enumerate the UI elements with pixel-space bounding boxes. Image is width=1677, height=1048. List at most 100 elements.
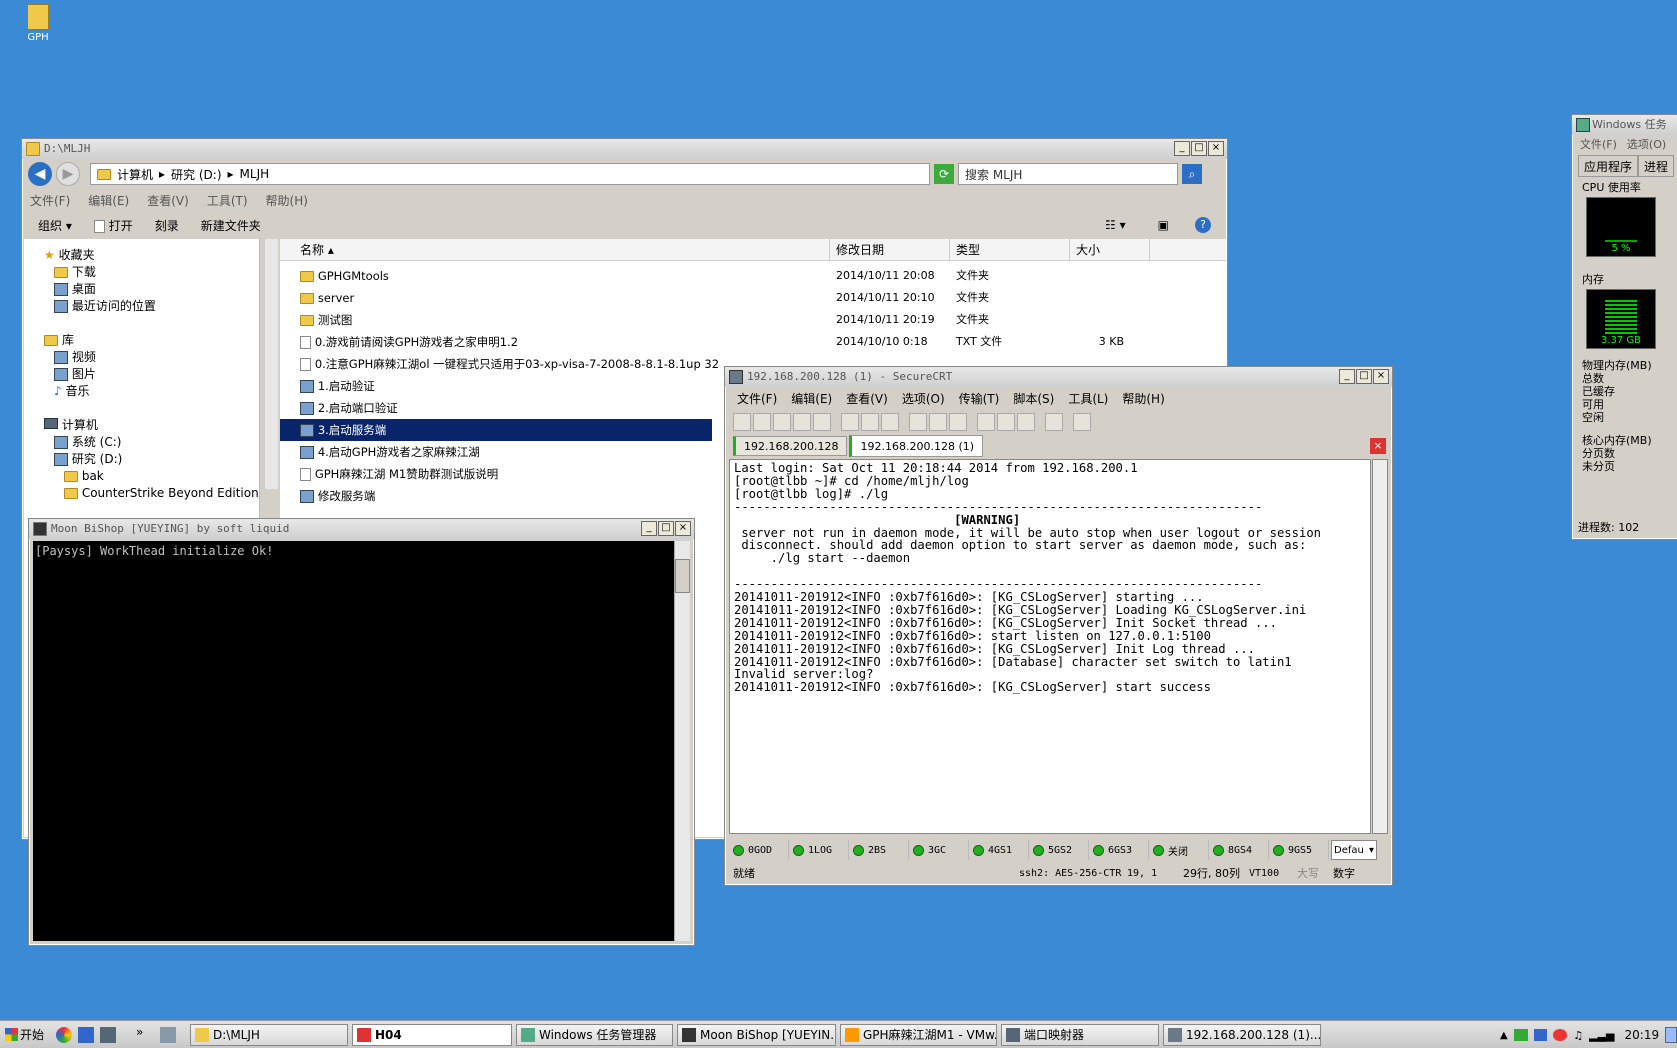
start-button[interactable]: 开始 — [2, 1024, 48, 1046]
button-bar-2[interactable]: 1LOG — [789, 840, 849, 860]
scroll-thumb[interactable] — [675, 559, 690, 593]
organize-button[interactable]: 组织 ▾ — [38, 217, 72, 234]
col-name[interactable]: 名称 ▴ — [280, 239, 830, 260]
taskbar-button-1[interactable]: D:\MLJH — [190, 1024, 348, 1046]
print-selection-icon[interactable] — [949, 413, 967, 431]
back-icon[interactable]: ◀ — [28, 162, 52, 186]
nav-libraries[interactable]: 库 — [44, 332, 259, 349]
tab-session-2[interactable]: 192.168.200.128 (1) — [849, 435, 984, 457]
keymap-icon[interactable] — [1017, 413, 1035, 431]
button-bar-9[interactable]: 8GS4 — [1209, 840, 1269, 860]
menu-file[interactable]: 文件(F) — [30, 192, 70, 209]
breadcrumb-folder[interactable]: MLJH — [240, 167, 270, 181]
taskbar-button-7[interactable]: 192.168.200.128 (1)... — [1163, 1024, 1321, 1046]
nav-scrollbar[interactable] — [264, 239, 278, 489]
taskmgr-titlebar[interactable]: Windows 任务 — [1572, 115, 1677, 135]
terminal-scrollbar[interactable] — [1372, 459, 1388, 834]
help-icon[interactable] — [1045, 413, 1063, 431]
nav-desktop[interactable]: 桌面 — [44, 281, 259, 298]
quicklaunch-tool-icon[interactable] — [160, 1027, 176, 1043]
button-bar-3[interactable]: 2BS — [849, 840, 909, 860]
open-button[interactable]: 打开 — [93, 217, 133, 234]
print-setup-icon[interactable] — [929, 413, 947, 431]
reconnect-icon[interactable] — [793, 413, 811, 431]
minimize-button[interactable]: _ — [1174, 141, 1190, 156]
address-bar[interactable]: 计算机 ▸ 研究 (D:) ▸ MLJH — [90, 163, 930, 185]
help-icon[interactable]: ? — [1195, 217, 1211, 233]
connect-tab-icon[interactable] — [773, 413, 791, 431]
paste-icon[interactable] — [861, 413, 879, 431]
button-bar-1[interactable]: 0GOD — [729, 840, 789, 860]
nav-recent[interactable]: 最近访问的位置 — [44, 298, 259, 315]
col-size[interactable]: 大小 — [1070, 239, 1150, 260]
close-tab-icon[interactable]: × — [1370, 438, 1386, 454]
explorer-titlebar[interactable]: D:\MLJH _ □ × — [22, 139, 1227, 159]
taskbar-button-4[interactable]: Moon BiShop [YUEYIN... — [677, 1024, 836, 1046]
close-button[interactable]: × — [1208, 141, 1224, 156]
nav-music[interactable]: ♪ 音乐 — [44, 383, 259, 400]
quicklaunch-desktop-icon[interactable] — [78, 1027, 94, 1043]
button-bar-select[interactable]: Defau ▾ — [1331, 840, 1377, 860]
button-bar-6[interactable]: 5GS2 — [1029, 840, 1089, 860]
tab-session-1[interactable]: 192.168.200.128 — [733, 436, 848, 456]
file-row[interactable]: server 2014/10/11 20:10 文件夹 — [280, 287, 1226, 309]
tray-app-icon[interactable] — [1533, 1029, 1548, 1041]
button-bar-8[interactable]: 关闭 — [1149, 840, 1209, 860]
file-row[interactable]: GPHGMtools 2014/10/11 20:08 文件夹 — [280, 265, 1226, 287]
button-bar-4[interactable]: 3GC — [909, 840, 969, 860]
nav-downloads[interactable]: 下载 — [44, 264, 259, 281]
preview-pane-icon[interactable]: ▣ — [1158, 218, 1169, 232]
tray-signal-icon[interactable]: ▂▃▅ — [1589, 1029, 1614, 1042]
clock[interactable]: 20:19 — [1625, 1028, 1660, 1042]
breadcrumb-computer[interactable]: 计算机 — [117, 166, 153, 183]
nav-bak[interactable]: bak — [44, 468, 259, 485]
menu-transfer[interactable]: 传输(T) — [959, 390, 1000, 407]
nav-videos[interactable]: 视频 — [44, 349, 259, 366]
file-row[interactable]: 3.启动服务端 — [280, 419, 712, 441]
console-titlebar[interactable]: Moon BiShop [YUEYING] by soft liquid _ □… — [29, 519, 694, 539]
securecrt-titlebar[interactable]: 192.168.200.128 (1) - SecureCRT _ □ × — [725, 367, 1392, 387]
taskbar-button-2[interactable]: H04 — [352, 1024, 512, 1046]
view-icon[interactable]: ☷ ▾ — [1105, 218, 1126, 232]
copy-icon[interactable] — [841, 413, 859, 431]
show-desktop-button[interactable] — [1665, 1027, 1677, 1043]
quicklaunch-computer-icon[interactable] — [100, 1027, 116, 1043]
menu-help[interactable]: 帮助(H) — [1122, 390, 1164, 407]
desktop-icon-gph[interactable]: GPH — [18, 4, 58, 54]
file-row[interactable]: 测试图 2014/10/11 20:19 文件夹 — [280, 309, 1226, 331]
nav-computer[interactable]: 计算机 — [44, 417, 259, 434]
menu-file[interactable]: 文件(F) — [737, 390, 777, 407]
forward-icon[interactable]: ▶ — [56, 162, 80, 186]
quicklaunch-browser-icon[interactable] — [56, 1027, 72, 1043]
menu-options[interactable]: 选项(O) — [1627, 135, 1666, 155]
taskbar-button-3[interactable]: Windows 任务管理器 — [516, 1024, 673, 1046]
menu-view[interactable]: 查看(V) — [147, 192, 189, 209]
minimize-button[interactable]: _ — [1339, 369, 1355, 384]
file-row[interactable]: 0.游戏前请阅读GPH游戏者之家申明1.2 2014/10/10 0:18 TXT … — [280, 331, 1226, 353]
menu-tools[interactable]: 工具(L) — [1068, 390, 1108, 407]
print-icon[interactable] — [909, 413, 927, 431]
button-bar-5[interactable]: 4GS1 — [969, 840, 1029, 860]
tray-qq-icon[interactable] — [1553, 1029, 1568, 1041]
maximize-button[interactable]: □ — [1356, 369, 1372, 384]
nav-pictures[interactable]: 图片 — [44, 366, 259, 383]
menu-help[interactable]: 帮助(H) — [266, 192, 308, 209]
console-output[interactable]: [Paysys] WorkThead initialize Ok! — [33, 541, 675, 941]
quicklaunch-more-icon[interactable]: » — [136, 1025, 143, 1039]
tray-network-icon[interactable] — [1513, 1029, 1528, 1041]
taskbar-button-5[interactable]: GPH麻辣江湖M1 - VMw... — [840, 1024, 997, 1046]
menu-file[interactable]: 文件(F) — [1580, 135, 1617, 155]
button-bar-10[interactable]: 9GS5 — [1269, 840, 1329, 860]
maximize-button[interactable]: □ — [658, 521, 674, 536]
connect-icon[interactable] — [733, 413, 751, 431]
menu-edit[interactable]: 编辑(E) — [88, 192, 129, 209]
menu-script[interactable]: 脚本(S) — [1013, 390, 1054, 407]
global-options-icon[interactable] — [997, 413, 1015, 431]
col-date[interactable]: 修改日期 — [830, 239, 950, 260]
tab-applications[interactable]: 应用程序 — [1578, 155, 1639, 177]
taskbar-button-6[interactable]: 端口映射器 — [1001, 1024, 1159, 1046]
terminal[interactable]: Last login: Sat Oct 11 20:18:44 2014 fro… — [729, 459, 1371, 834]
refresh-icon[interactable]: ⟳ — [934, 164, 954, 184]
disconnect-icon[interactable] — [813, 413, 831, 431]
nav-drive-d[interactable]: 研究 (D:) — [44, 451, 259, 468]
